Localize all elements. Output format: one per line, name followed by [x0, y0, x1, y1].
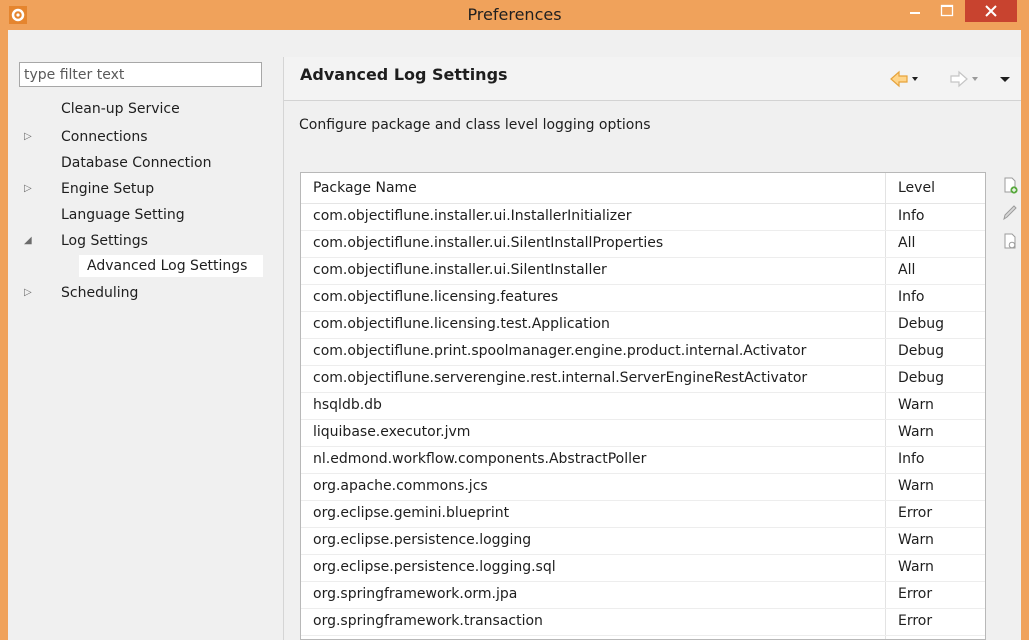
column-header-level[interactable]: Level [898, 173, 935, 203]
page-title: Advanced Log Settings [300, 65, 508, 84]
tree-item-label: Language Setting [61, 207, 185, 223]
cell-package-name: liquibase.executor.jvm [313, 424, 471, 440]
table-row[interactable]: org.eclipse.persistence.logging Warn [301, 527, 985, 555]
title-bar[interactable]: Preferences [0, 0, 1029, 30]
cell-package-name: org.eclipse.persistence.logging.sql [313, 559, 556, 575]
cell-package-name: com.objectiflune.licensing.test.Applicat… [313, 316, 610, 332]
maximize-button[interactable] [932, 0, 962, 22]
tree-item-scheduling[interactable]: ▷ Scheduling [19, 282, 259, 304]
close-icon [985, 5, 997, 17]
cell-package-name: com.objectiflune.licensing.features [313, 289, 559, 305]
minimize-button[interactable] [900, 0, 929, 22]
cell-level[interactable]: Warn [898, 419, 934, 446]
tree-item-label: Database Connection [61, 155, 212, 171]
cell-package-name: org.springframework.orm.jpa [313, 586, 518, 602]
cell-package-name: com.objectiflune.installer.ui.InstallerI… [313, 208, 632, 224]
cell-level[interactable]: All [898, 257, 915, 284]
cell-level[interactable]: Error [898, 500, 932, 527]
cell-level[interactable]: Info [898, 284, 925, 311]
cell-level[interactable]: Warn [898, 392, 934, 419]
table-row[interactable]: org.springframework.transaction Error [301, 608, 985, 636]
cell-level[interactable]: Debug [898, 365, 944, 392]
tree-item-label: Engine Setup [61, 181, 155, 197]
table-row[interactable]: com.objectiflune.installer.ui.SilentInst… [301, 230, 985, 258]
table-row[interactable]: org.springframework.orm.jpa Error [301, 581, 985, 609]
table-row[interactable]: liquibase.executor.jvm Warn [301, 419, 985, 447]
view-menu-icon[interactable] [996, 70, 1014, 88]
log-settings-table: Package Name Level com.objectiflune.inst… [300, 172, 986, 640]
minimize-icon [910, 12, 920, 14]
tree-item-engine-setup[interactable]: ▷ Engine Setup [19, 178, 259, 200]
cell-level[interactable]: Warn [898, 473, 934, 500]
cell-level[interactable]: Debug [898, 338, 944, 365]
table-header: Package Name Level [301, 173, 985, 204]
cell-package-name: org.apache.commons.jcs [313, 478, 488, 494]
tree-item-label: Advanced Log Settings [87, 258, 248, 274]
expand-arrow-icon[interactable]: ▷ [24, 178, 36, 200]
cell-level[interactable]: Debug [898, 311, 944, 338]
cell-package-name: nl.edmond.workflow.components.AbstractPo… [313, 451, 647, 467]
cell-level[interactable]: All [898, 230, 915, 257]
tree-item-log-settings[interactable]: ◢ Log Settings [19, 230, 259, 252]
cell-package-name: org.springframework.transaction [313, 613, 543, 629]
preferences-window: Preferences Clean-up Service ▷ Connectio… [0, 0, 1029, 640]
cell-package-name: org.eclipse.gemini.blueprint [313, 505, 510, 521]
cell-level[interactable]: Info [898, 203, 925, 230]
cell-level[interactable]: Warn [898, 527, 934, 554]
cell-package-name: com.objectiflune.print.spoolmanager.engi… [313, 343, 807, 359]
table-row[interactable]: com.objectiflune.installer.ui.InstallerI… [301, 203, 985, 231]
cell-level[interactable]: Error [898, 608, 932, 635]
tree-item-label: Scheduling [61, 285, 139, 301]
window-title: Preferences [467, 5, 562, 24]
table-row[interactable]: org.eclipse.persistence.logging.sql Warn [301, 554, 985, 582]
remove-entry-icon[interactable] [1000, 231, 1020, 251]
add-entry-icon[interactable] [1000, 175, 1020, 195]
edit-pencil-icon[interactable] [1000, 203, 1020, 223]
table-row[interactable]: com.objectiflune.licensing.features Info [301, 284, 985, 312]
expand-arrow-icon[interactable]: ▷ [24, 126, 36, 148]
table-row[interactable]: nl.edmond.workflow.components.AbstractPo… [301, 446, 985, 474]
maximize-icon [940, 4, 954, 17]
cell-package-name: com.objectiflune.installer.ui.SilentInst… [313, 235, 664, 251]
panel-divider[interactable] [283, 57, 284, 640]
filter-input[interactable] [19, 62, 262, 87]
table-row[interactable]: com.objectiflune.installer.ui.SilentInst… [301, 257, 985, 285]
table-row[interactable]: com.objectiflune.print.spoolmanager.engi… [301, 338, 985, 366]
back-arrow-icon[interactable] [890, 70, 920, 88]
cell-level[interactable]: Warn [898, 554, 934, 581]
cell-package-name: com.objectiflune.installer.ui.SilentInst… [313, 262, 607, 278]
table-row[interactable]: org.apache.commons.jcs Warn [301, 473, 985, 501]
cell-package-name: org.eclipse.persistence.logging [313, 532, 532, 548]
table-row[interactable]: org.eclipse.gemini.blueprint Error [301, 500, 985, 528]
table-row[interactable]: hsqldb.db Warn [301, 392, 985, 420]
tree-item-label: Log Settings [61, 233, 148, 249]
tree-item-database-connection[interactable]: Database Connection [19, 152, 259, 174]
cell-package-name: com.objectiflune.serverengine.rest.inter… [313, 370, 808, 386]
tree-item-language-setting[interactable]: Language Setting [19, 204, 259, 226]
page-description: Configure package and class level loggin… [299, 117, 651, 133]
column-header-package-name[interactable]: Package Name [313, 173, 417, 203]
cell-level[interactable]: Error [898, 581, 932, 608]
table-row[interactable]: com.objectiflune.licensing.test.Applicat… [301, 311, 985, 339]
cell-level[interactable]: Info [898, 446, 925, 473]
expand-arrow-icon[interactable]: ▷ [24, 282, 36, 304]
tree-item-connections[interactable]: ▷ Connections [19, 126, 259, 148]
collapse-arrow-icon[interactable]: ◢ [24, 230, 36, 252]
tree-item-label: Connections [61, 129, 148, 145]
tree-item-label: Clean-up Service [61, 101, 180, 117]
cell-package-name: hsqldb.db [313, 397, 382, 413]
tree-item-advanced-log-settings[interactable]: Advanced Log Settings [79, 255, 263, 277]
forward-arrow-icon[interactable] [950, 70, 980, 88]
table-row[interactable]: com.objectiflune.serverengine.rest.inter… [301, 365, 985, 393]
tree-item-clean-up-service[interactable]: Clean-up Service [19, 98, 259, 120]
close-button[interactable] [965, 0, 1017, 22]
